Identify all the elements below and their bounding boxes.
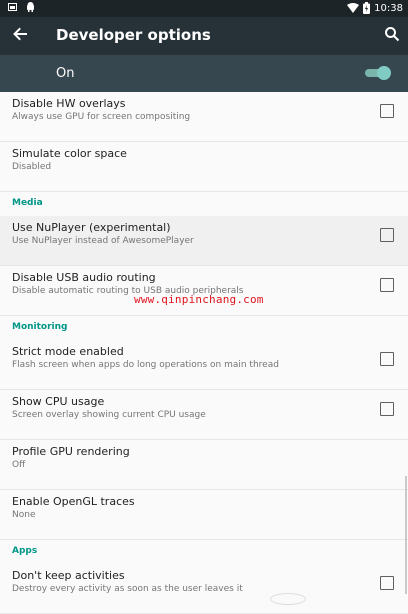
pref-title: Simulate color space <box>12 147 127 160</box>
pref-dont-keep-activities[interactable]: Don't keep activities Destroy every acti… <box>0 564 408 614</box>
master-switch-toggle[interactable] <box>365 66 391 80</box>
pref-summary: None <box>12 510 36 520</box>
arrow-left-icon[interactable] <box>10 25 30 45</box>
settings-list: Disable HW overlays Always use GPU for s… <box>0 92 408 614</box>
pref-title: Don't keep activities <box>12 569 125 582</box>
pref-title: Profile GPU rendering <box>12 445 130 458</box>
pref-title: Disable HW overlays <box>12 97 126 110</box>
battery-icon <box>363 2 371 14</box>
scrollbar[interactable] <box>405 476 407 594</box>
category-title: Apps <box>12 546 38 556</box>
overscroll-glow <box>270 593 306 605</box>
category-header-media: Media <box>0 192 408 216</box>
category-header-monitoring: Monitoring <box>0 316 408 340</box>
pref-title: Show CPU usage <box>12 395 105 408</box>
checkbox[interactable] <box>380 352 394 366</box>
pref-summary: Always use GPU for screen compositing <box>12 112 191 122</box>
pref-title: Enable OpenGL traces <box>12 495 135 508</box>
watermark-text: www.qinpinchang.com <box>134 293 264 306</box>
pref-summary: Screen overlay showing current CPU usage <box>12 410 206 420</box>
pref-use-nuplayer[interactable]: Use NuPlayer (experimental) Use NuPlayer… <box>0 216 408 266</box>
checkbox[interactable] <box>380 278 394 292</box>
category-header-apps: Apps <box>0 540 408 564</box>
pref-title: Use NuPlayer (experimental) <box>12 221 171 234</box>
master-switch-label: On <box>56 66 75 81</box>
pref-disable-usb-audio-routing[interactable]: Disable USB audio routing Disable automa… <box>0 266 408 316</box>
pref-strict-mode[interactable]: Strict mode enabled Flash screen when ap… <box>0 340 408 390</box>
pref-summary: Flash screen when apps do long operation… <box>12 360 279 370</box>
category-title: Monitoring <box>12 322 68 332</box>
master-switch-bar[interactable]: On <box>0 55 408 92</box>
pref-summary: Use NuPlayer instead of AwesomePlayer <box>12 236 194 246</box>
toolbar: Developer options <box>0 17 408 55</box>
pref-simulate-color-space[interactable]: Simulate color space Disabled <box>0 142 408 192</box>
image-icon <box>8 3 17 11</box>
pref-title: Strict mode enabled <box>12 345 124 358</box>
checkbox[interactable] <box>380 576 394 590</box>
pref-disable-hw-overlays[interactable]: Disable HW overlays Always use GPU for s… <box>0 92 408 142</box>
page-title: Developer options <box>56 26 211 44</box>
checkbox[interactable] <box>380 402 394 416</box>
pref-summary: Off <box>12 460 26 470</box>
status-bar: 10:38 <box>0 0 408 17</box>
category-title: Media <box>12 198 43 208</box>
checkbox[interactable] <box>380 228 394 242</box>
wifi-icon <box>347 3 360 13</box>
pref-title: Disable USB audio routing <box>12 271 156 284</box>
pref-summary: Destroy every activity as soon as the us… <box>12 584 243 594</box>
pref-summary: Disabled <box>12 162 52 172</box>
pref-show-cpu-usage[interactable]: Show CPU usage Screen overlay showing cu… <box>0 390 408 440</box>
search-icon[interactable] <box>384 26 400 42</box>
checkbox[interactable] <box>380 104 394 118</box>
pref-profile-gpu-rendering[interactable]: Profile GPU rendering Off <box>0 440 408 490</box>
android-icon <box>27 2 34 12</box>
pref-enable-opengl-traces[interactable]: Enable OpenGL traces None <box>0 490 408 540</box>
clock: 10:38 <box>374 2 403 14</box>
